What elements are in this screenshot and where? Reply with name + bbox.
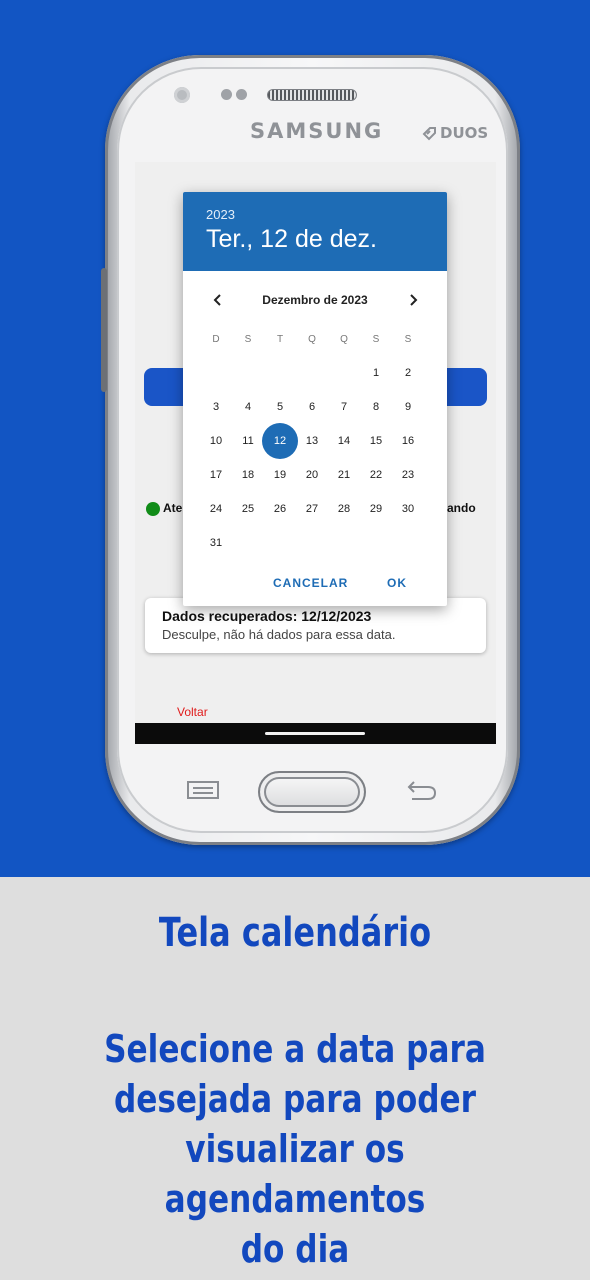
calendar-day[interactable]: 4 — [230, 389, 266, 425]
blue-backdrop: SAMSUNG DUOS Ate rdando Dados recuperado… — [0, 0, 590, 877]
calendar-grid: 1 2 3 4 5 6 7 8 9 10 11 12 13 14 15 16 17 18 19 20 21 22 23 24 2… — [183, 356, 447, 556]
weekday-label: D — [212, 334, 220, 345]
weekday-label: S — [372, 334, 380, 345]
calendar-day[interactable]: 9 — [390, 389, 426, 425]
calendar-day[interactable]: 1 — [358, 355, 394, 391]
caption-description: Selecione a data para desejada para pode… — [0, 1024, 590, 1274]
calendar-day[interactable]: 6 — [294, 389, 330, 425]
calendar-day[interactable]: 17 — [198, 457, 234, 493]
caption-line: visualizar os agendamentos — [164, 1127, 426, 1221]
calendar-day[interactable]: 22 — [358, 457, 394, 493]
calendar-day[interactable]: 23 — [390, 457, 426, 493]
next-month-button[interactable] — [401, 288, 425, 312]
weekday-label: Q — [340, 334, 348, 345]
month-navigation: Dezembro de 2023 — [183, 288, 447, 312]
caption-line: desejada para poder — [113, 1077, 477, 1121]
duos-label: DUOS — [440, 124, 489, 142]
result-message: Desculpe, não há dados para essa data. — [162, 627, 396, 642]
calendar-day[interactable]: 28 — [326, 491, 362, 527]
picker-selected-date: Ter., 12 de dez. — [206, 225, 377, 253]
calendar-day[interactable]: 25 — [230, 491, 266, 527]
chevron-left-icon — [213, 294, 221, 306]
calendar-day[interactable]: 15 — [358, 423, 394, 459]
calendar-day[interactable]: 13 — [294, 423, 330, 459]
result-card: Dados recuperados: 12/12/2023 Desculpe, … — [145, 598, 486, 653]
back-link[interactable]: Voltar — [177, 705, 208, 719]
front-camera — [174, 87, 190, 103]
calendar-day[interactable]: 18 — [230, 457, 266, 493]
calendar-day[interactable]: 14 — [326, 423, 362, 459]
calendar-day[interactable]: 20 — [294, 457, 330, 493]
calendar-day[interactable]: 2 — [390, 355, 426, 391]
ok-button[interactable]: OK — [387, 576, 407, 590]
phone-model-badge: DUOS — [421, 124, 488, 142]
calendar-day[interactable]: 16 — [390, 423, 426, 459]
dual-sim-icon — [422, 127, 436, 141]
home-key[interactable] — [258, 771, 366, 813]
light-sensor — [236, 89, 247, 100]
caption-line: Selecione a data para — [104, 1027, 486, 1071]
menu-key-icon[interactable] — [187, 781, 219, 799]
gesture-handle[interactable] — [265, 732, 365, 735]
weekday-label: Q — [308, 334, 316, 345]
calendar-day[interactable]: 31 — [198, 525, 234, 561]
calendar-day[interactable]: 3 — [198, 389, 234, 425]
cancel-button[interactable]: CANCELAR — [273, 576, 348, 590]
calendar-day[interactable]: 21 — [326, 457, 362, 493]
earpiece-speaker — [267, 89, 357, 101]
calendar-day[interactable]: 29 — [358, 491, 394, 527]
calendar-day[interactable]: 7 — [326, 389, 362, 425]
calendar-day[interactable]: 26 — [262, 491, 298, 527]
calendar-day[interactable]: 19 — [262, 457, 298, 493]
calendar-day[interactable]: 10 — [198, 423, 234, 459]
calendar-day[interactable]: 30 — [390, 491, 426, 527]
picker-year[interactable]: 2023 — [206, 207, 447, 222]
chevron-right-icon — [410, 294, 418, 306]
result-title: Dados recuperados: 12/12/2023 — [162, 608, 372, 624]
calendar-day[interactable]: 5 — [262, 389, 298, 425]
date-picker-header: 2023 Ter., 12 de dez. — [183, 192, 447, 271]
date-picker-dialog: 2023 Ter., 12 de dez. Dezembro de 2023 D… — [183, 192, 447, 606]
caption-title: Tela calendário — [158, 910, 432, 956]
previous-month-button[interactable] — [206, 288, 230, 312]
legend-label-attended: Ate — [163, 501, 183, 515]
calendar-day-selected[interactable]: 12 — [262, 423, 298, 459]
weekday-label: S — [244, 334, 252, 345]
calendar-day[interactable]: 27 — [294, 491, 330, 527]
calendar-day[interactable]: 8 — [358, 389, 394, 425]
weekday-header: DSTQQSS — [183, 334, 447, 350]
weekday-label: S — [404, 334, 412, 345]
proximity-sensor — [221, 89, 232, 100]
calendar-day[interactable]: 11 — [230, 423, 266, 459]
weekday-label: T — [276, 334, 284, 345]
caption-line: do dia — [240, 1227, 350, 1271]
back-key-icon[interactable] — [406, 779, 438, 801]
calendar-day[interactable]: 24 — [198, 491, 234, 527]
dialog-actions: CANCELAR OK — [183, 570, 447, 596]
volume-key — [101, 268, 107, 392]
phone-brand: SAMSUNG — [250, 119, 384, 143]
legend-dot-green — [146, 502, 160, 516]
